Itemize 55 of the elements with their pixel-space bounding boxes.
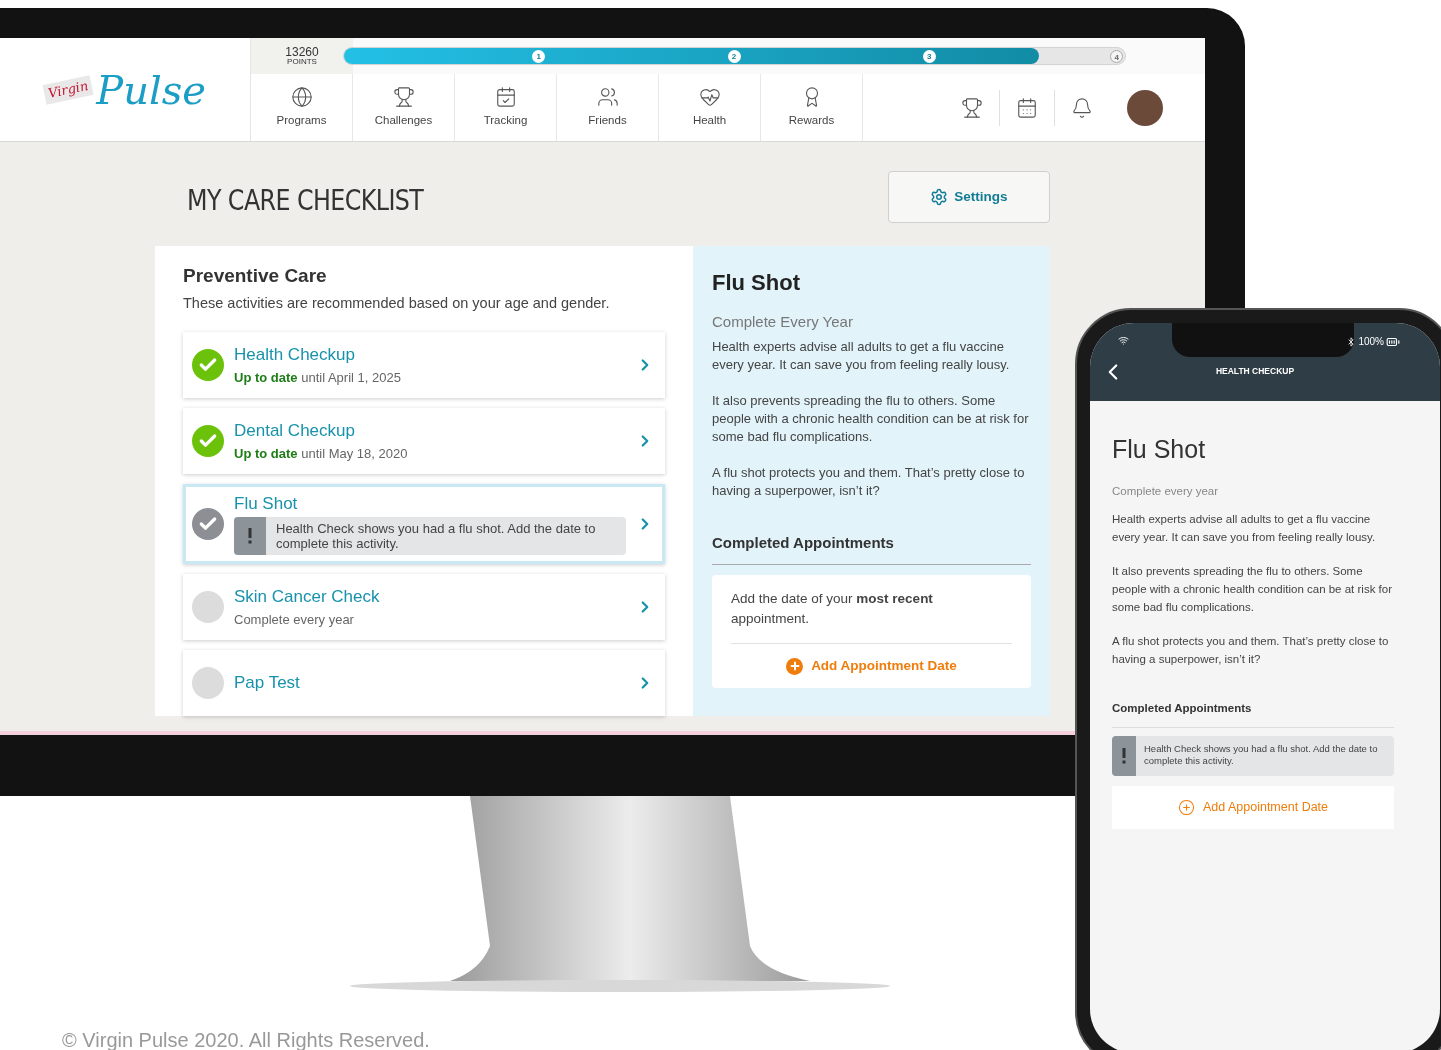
detail-title: Flu Shot (712, 269, 801, 297)
plus-circle-icon (1177, 799, 1195, 816)
settings-icon (930, 188, 949, 206)
bluetooth-icon (1346, 336, 1357, 347)
trophy-icon[interactable] (961, 96, 983, 119)
item-title: Flu Shot (234, 493, 299, 516)
milestone-marker: 4 (1110, 50, 1124, 63)
detail-frequency: Complete Every Year (712, 312, 854, 332)
nav-item[interactable]: Rewards (761, 74, 863, 141)
nav-icon (596, 85, 619, 108)
logo-wordmark: Pulse (96, 69, 207, 110)
item-title: Health Checkup (234, 343, 356, 366)
item-title: Pap Test (234, 672, 301, 695)
nav-item[interactable]: Health (659, 74, 761, 141)
nav-item[interactable]: Challenges (353, 74, 455, 141)
phone-header-title: HEALTH CHECKUP (1214, 365, 1296, 378)
item-title: Dental Checkup (234, 419, 356, 442)
alert-message: Health Check shows you had a flu shot. Add the date to complete this activity. (234, 517, 626, 556)
exclamation-icon (1122, 748, 1126, 764)
points-value: 13260 (285, 46, 319, 58)
detail-paragraph: It also prevents spreading the flu to others. Some people with a chronic health condition can be at risk for some bad flu complications. (712, 391, 1030, 446)
section-title: Preventive Care (183, 264, 328, 288)
page-title: MY CARE CHECKLIST (187, 183, 424, 219)
completed-appointments-title: Completed Appointments (712, 531, 1031, 565)
alert-message: Health Check shows you had a flu shot. Add the date to complete this activity. (1112, 736, 1394, 776)
phone-section-title: Completed Appointments (1112, 699, 1394, 728)
phone-paragraph: It also prevents spreading the flu to others. Some people with a chronic health condition can be at risk for some bad flu complications. (1112, 563, 1393, 615)
nav-item[interactable]: Tracking (455, 74, 557, 141)
detail-paragraph: Health experts advise all adults to get a flu vaccine every year. It can save you from feeling really lousy. (712, 337, 1011, 374)
checklist-item[interactable]: Flu Shot Health Check shows you had a flu shot. Add the date to complete this activity. (183, 484, 665, 565)
notifications-icon[interactable] (1071, 96, 1093, 119)
appointment-prompt: Add the date of your most recent appointment. (731, 589, 1012, 644)
item-detail: Complete every year (234, 610, 355, 629)
exclamation-icon (248, 528, 252, 545)
logo-script: Virgin (42, 74, 94, 105)
nav-item[interactable]: Programs (251, 74, 353, 141)
detail-paragraph: A flu shot protects you and them. That’s pretty close to having a superpower, isn’t it? (712, 463, 1026, 500)
item-title: Skin Cancer Check (234, 585, 381, 608)
wifi-icon (1118, 335, 1129, 346)
item-detail: Up to date until April 1, 2025 (234, 368, 402, 387)
phone-title: Flu Shot (1112, 434, 1207, 465)
nav-item[interactable]: Friends (557, 74, 659, 141)
section-subtitle: These activities are recommended based on your age and gender. (183, 293, 611, 313)
phone-paragraph: A flu shot protects you and them. That’s pretty close to having a superpower, isn’t it? (1112, 633, 1390, 667)
battery-percent: 100% (1358, 335, 1384, 349)
nav-icon (290, 85, 313, 108)
phone-paragraph: Health experts advise all adults to get a flu vaccine every year. It can save you from feeling really lousy. (1112, 511, 1377, 545)
nav-icon (494, 85, 517, 108)
points-label: POINTS (287, 58, 317, 66)
phone-frequency: Complete every year (1112, 483, 1220, 499)
calendar-icon[interactable] (1016, 96, 1038, 119)
avatar[interactable] (1127, 89, 1163, 126)
settings-button[interactable]: Settings (888, 171, 1050, 223)
nav-icon (392, 85, 415, 108)
item-detail: Up to date until May 18, 2020 (234, 444, 409, 463)
